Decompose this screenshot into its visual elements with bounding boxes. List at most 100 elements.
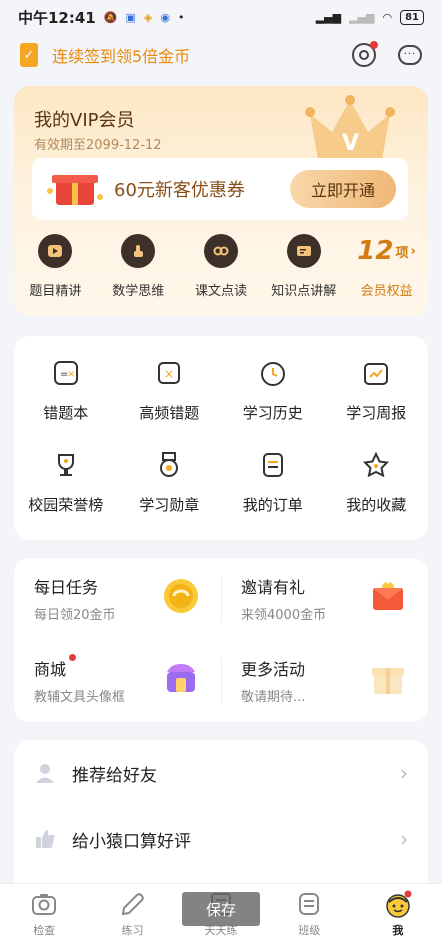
notification-dot (69, 654, 77, 661)
tool-label: 高频错题 (139, 404, 200, 422)
vip-card[interactable]: 我的VIP会员 有效期至2099-12-12 V 60元新客优惠券 立即开通 题… (14, 86, 428, 316)
vip-expiry: 有效期至2099-12-12 (34, 138, 162, 153)
tool-favorites[interactable]: 我的收藏 (325, 440, 429, 532)
chevron-right-icon: › (400, 761, 408, 785)
sign-in-bar: ✓ 连续签到领5倍金币 ··· (0, 34, 442, 76)
signal-weak-icon: ▂▄▆ (349, 10, 375, 24)
tab-label: 班级 (298, 924, 321, 937)
weekly-report-icon (364, 363, 389, 385)
status-notification-icons: 🔕 ▣ ◈ ◉ • (104, 11, 185, 24)
settings-icon[interactable] (352, 41, 378, 67)
svg-text:×: × (67, 369, 75, 380)
tab-class[interactable]: 班级 (265, 884, 353, 943)
camera-icon (32, 894, 57, 915)
task-title: 每日任务 (34, 578, 99, 597)
vip-benefit-item[interactable]: 数学思维 (97, 234, 180, 299)
gift-icon (372, 668, 404, 694)
tool-label: 学习勋章 (139, 496, 200, 514)
tools-grid: = × 错题本 × 高频错题 学习历史 学习周报 校园荣誉榜 学习勋章 我的订单 … (14, 336, 428, 540)
list-item-label: 推荐给好友 (72, 765, 157, 786)
list-item-rate[interactable]: 给小猿口算好评 › (14, 806, 428, 872)
vip-benefit-unit: 项 (395, 245, 409, 261)
vip-benefit-item[interactable]: 题目精讲 (14, 234, 97, 299)
vip-benefit-item[interactable]: 知识点讲解 (262, 234, 345, 299)
vip-more-label: 会员权益 (360, 284, 413, 299)
thumbs-up-icon (36, 830, 55, 848)
vip-benefit-item[interactable]: 课文点读 (180, 234, 263, 299)
vip-benefit-label: 知识点讲解 (271, 284, 337, 299)
sign-in-text[interactable]: 连续签到领5倍金币 (52, 43, 190, 67)
tool-weekly-report[interactable]: 学习周报 (325, 348, 429, 440)
list-item-recommend[interactable]: 推荐给好友 › (14, 740, 428, 806)
vip-benefit-label: 题目精讲 (29, 284, 82, 299)
vip-crown-icon: V (305, 95, 395, 160)
vip-benefits: 题目精讲 数学思维 课文点读 知识点讲解 12 项 › 会员权益 (14, 234, 428, 299)
tool-mistake-book[interactable]: = × 错题本 (14, 348, 118, 440)
tab-label: 检查 (33, 924, 56, 937)
open-vip-button[interactable]: 立即开通 (290, 170, 396, 208)
save-toast: 保存 (182, 892, 260, 926)
task-title: 更多活动 (241, 660, 306, 679)
app-notification-icon: ◉ (160, 10, 170, 24)
tab-label: 练习 (121, 924, 144, 937)
class-icon (299, 893, 320, 915)
vip-benefit-label: 数学思维 (112, 284, 165, 299)
list-item-label: 给小猿口算好评 (72, 831, 191, 852)
calendar-check-icon[interactable]: ✓ (20, 43, 38, 67)
tab-me[interactable]: 我 (354, 884, 442, 943)
more-activities[interactable]: 更多活动 敬请期待... (221, 640, 428, 722)
divider (221, 576, 222, 622)
tab-check[interactable]: 检查 (0, 884, 88, 943)
tool-history[interactable]: 学习历史 (221, 348, 325, 440)
tasks-card: 每日任务 每日领20金币 邀请有礼 来领4000金币 商城 教辅文具头像框 更多… (14, 558, 428, 722)
vip-benefit-label: 课文点读 (194, 284, 247, 299)
friend-icon (36, 764, 54, 783)
tab-label: 我 (392, 924, 404, 937)
chevron-right-icon: › (400, 827, 408, 851)
trophy-icon (57, 454, 74, 476)
tool-label: 学习历史 (242, 404, 303, 422)
divider (221, 658, 222, 704)
tool-frequent-mistakes[interactable]: × 高频错题 (118, 348, 222, 440)
invite-task[interactable]: 邀请有礼 来领4000金币 (221, 558, 428, 640)
hand-tap-icon (121, 234, 156, 268)
svg-text:×: × (164, 367, 174, 381)
tool-label: 学习周报 (346, 404, 407, 422)
gift-box-icon (47, 175, 103, 205)
vip-benefit-count: 12 (357, 236, 394, 266)
notification-dot (370, 41, 378, 49)
gold-coin-icon (164, 579, 198, 613)
tool-label: 我的订单 (242, 496, 303, 514)
status-bar: 中午12:41 🔕 ▣ ◈ ◉ • ▂▄▆ ▂▄▆ ◠ 81 (0, 0, 442, 34)
tab-practice[interactable]: 练习 (88, 884, 176, 943)
frequent-mistakes-icon: × (158, 362, 181, 384)
settings-list: 推荐给好友 › 给小猿口算好评 › (14, 740, 428, 890)
card-icon (286, 234, 321, 268)
message-icon[interactable]: ··· (398, 45, 422, 65)
tool-label: 校园荣誉榜 (28, 496, 104, 514)
daily-task[interactable]: 每日任务 每日领20金币 (14, 558, 221, 640)
tool-label: 我的收藏 (346, 496, 407, 514)
shop-icon (167, 664, 195, 692)
medal-icon (160, 452, 179, 477)
orders-icon (262, 453, 283, 477)
tool-medals[interactable]: 学习勋章 (118, 440, 222, 532)
signal-icon: ▂▄▆ (315, 10, 342, 24)
mistake-book-icon: =× (53, 361, 78, 385)
vip-title: 我的VIP会员 (34, 110, 135, 131)
task-title: 商城 (34, 654, 77, 680)
vip-more-benefits[interactable]: 12 项 › 会员权益 (345, 234, 428, 299)
tool-orders[interactable]: 我的订单 (221, 440, 325, 532)
tool-honor-board[interactable]: 校园荣誉榜 (14, 440, 118, 532)
avatar-icon (386, 890, 412, 918)
mute-icon: 🔕 (103, 10, 118, 24)
chevron-right-icon: › (410, 243, 416, 259)
infinity-icon (203, 234, 238, 268)
coupon-banner[interactable]: 60元新客优惠券 立即开通 (32, 158, 408, 220)
status-time: 中午12:41 (18, 8, 96, 27)
play-icon (38, 234, 73, 268)
clock-icon (260, 362, 285, 386)
battery-icon: 81 (400, 9, 424, 25)
shop-task[interactable]: 商城 教辅文具头像框 (14, 640, 221, 722)
tool-label: 错题本 (43, 404, 89, 422)
